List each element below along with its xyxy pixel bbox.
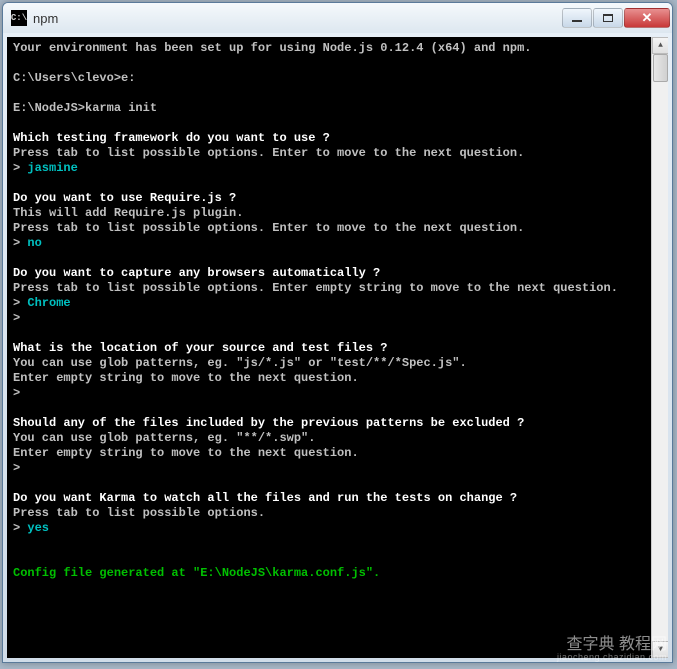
terminal-line: Do you want to capture any browsers auto…	[13, 266, 642, 281]
terminal-line: E:\NodeJS>karma init	[13, 101, 642, 116]
terminal-line: >	[13, 386, 642, 401]
terminal-line	[13, 551, 642, 566]
terminal-line: This will add Require.js plugin.	[13, 206, 642, 221]
minimize-icon	[572, 20, 582, 22]
terminal-line	[13, 476, 642, 491]
terminal-line: > jasmine	[13, 161, 642, 176]
terminal-line: Press tab to list possible options. Ente…	[13, 146, 642, 161]
terminal-line	[13, 251, 642, 266]
window-title: npm	[33, 11, 562, 26]
terminal-line: > yes	[13, 521, 642, 536]
close-icon: ✕	[642, 10, 653, 26]
terminal-line: Should any of the files included by the …	[13, 416, 642, 431]
terminal-line: > no	[13, 236, 642, 251]
terminal-line	[13, 176, 642, 191]
scrollbar[interactable]: ▲ ▼	[651, 37, 668, 658]
terminal-line	[13, 56, 642, 71]
terminal-line	[13, 86, 642, 101]
terminal-output: Your environment has been set up for usi…	[13, 41, 662, 596]
terminal-line: > Chrome	[13, 296, 642, 311]
terminal-line: Your environment has been set up for usi…	[13, 41, 642, 56]
maximize-icon	[603, 14, 613, 22]
scroll-down-button[interactable]: ▼	[652, 641, 668, 658]
window-controls: ✕	[562, 8, 670, 28]
terminal-line: Press tab to list possible options. Ente…	[13, 281, 642, 296]
titlebar[interactable]: C:\ npm ✕	[3, 3, 672, 33]
terminal-line: What is the location of your source and …	[13, 341, 642, 356]
close-button[interactable]: ✕	[624, 8, 670, 28]
terminal-line: C:\Users\clevo>e:	[13, 71, 642, 86]
terminal-line: Config file generated at "E:\NodeJS\karm…	[13, 566, 642, 581]
terminal-line: Do you want to use Require.js ?	[13, 191, 642, 206]
scrollbar-thumb[interactable]	[653, 54, 668, 82]
minimize-button[interactable]	[562, 8, 592, 28]
terminal-line: >	[13, 311, 642, 326]
terminal-line: Enter empty string to move to the next q…	[13, 446, 642, 461]
cmd-icon: C:\	[11, 10, 27, 26]
terminal-line	[13, 401, 642, 416]
scroll-up-button[interactable]: ▲	[652, 37, 668, 54]
terminal-line	[13, 326, 642, 341]
terminal-window: C:\ npm ✕ Your environment has been set …	[2, 2, 673, 663]
maximize-button[interactable]	[593, 8, 623, 28]
terminal-line: You can use glob patterns, eg. "**/*.swp…	[13, 431, 642, 446]
terminal-body[interactable]: Your environment has been set up for usi…	[7, 37, 668, 658]
terminal-line: Enter empty string to move to the next q…	[13, 371, 642, 386]
terminal-line: >	[13, 461, 642, 476]
terminal-line	[13, 581, 642, 596]
terminal-line: Press tab to list possible options.	[13, 506, 642, 521]
terminal-line: Which testing framework do you want to u…	[13, 131, 642, 146]
terminal-line	[13, 536, 642, 551]
terminal-line: Press tab to list possible options. Ente…	[13, 221, 642, 236]
terminal-line: Do you want Karma to watch all the files…	[13, 491, 642, 506]
terminal-line	[13, 116, 642, 131]
terminal-line: You can use glob patterns, eg. "js/*.js"…	[13, 356, 642, 371]
